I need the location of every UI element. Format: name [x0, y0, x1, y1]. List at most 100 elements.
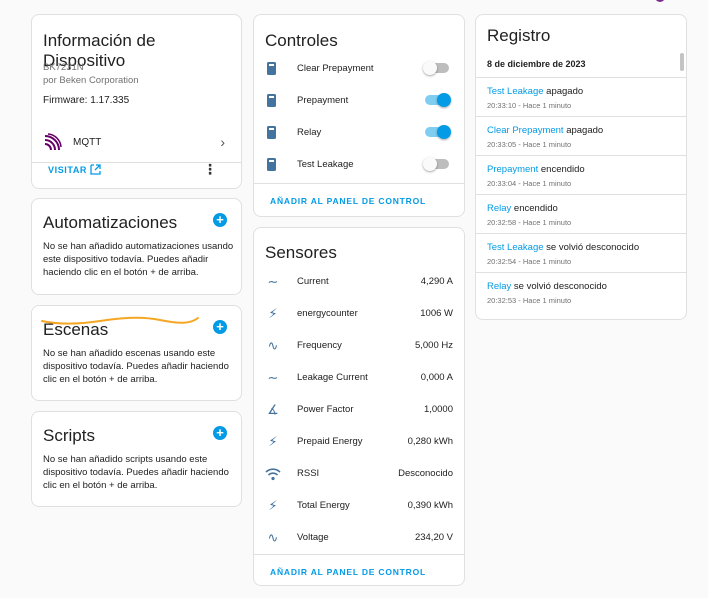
controls-card: Controles Clear Prepayment Prepayment Re… — [253, 14, 465, 217]
sensor-row[interactable]: ⚡ Prepaid Energy 0,280 kWh — [254, 427, 464, 457]
integration-row-mqtt[interactable]: MQTT › — [32, 125, 241, 163]
sensors-title: Sensores — [265, 243, 337, 262]
device-icon — [267, 62, 276, 75]
control-label[interactable]: Test Leakage — [297, 159, 354, 170]
more-options-icon[interactable]: ⋮ — [203, 161, 217, 178]
open-in-new-icon[interactable] — [90, 164, 101, 175]
log-text: Relay se volvió desconocido — [487, 281, 607, 292]
log-entry: Clear Prepayment apagado 20:33:05 - Hace… — [476, 116, 686, 155]
sensors-card: Sensores ∼ Current 4,290 A ⚡ energycount… — [253, 227, 465, 586]
log-entity-link[interactable]: Test Leakage — [487, 86, 544, 97]
angle-icon: ∡ — [267, 402, 279, 417]
sensor-value: 5,000 Hz — [414, 340, 453, 351]
log-text: Prepayment encendido — [487, 164, 585, 175]
log-entry: Test Leakage apagado 20:33:10 - Hace 1 m… — [476, 77, 686, 116]
sensor-row[interactable]: ∿ Voltage 234,20 V — [254, 523, 464, 553]
sensor-row[interactable]: ⚡ energycounter 1006 W — [254, 299, 464, 329]
control-toggle[interactable] — [425, 125, 451, 139]
scripts-title: Scripts — [43, 426, 95, 445]
sensor-row[interactable]: ∼ Leakage Current 0,000 A — [254, 363, 464, 393]
sine-wave-icon: ∿ — [267, 338, 279, 353]
sensor-value: 0,280 kWh — [407, 436, 453, 447]
scrollbar[interactable] — [680, 53, 684, 71]
log-text: Clear Prepayment apagado — [487, 125, 603, 136]
automations-card: Automatizaciones + No se han añadido aut… — [31, 198, 242, 295]
sensor-row[interactable]: ∼ Current 4,290 A — [254, 267, 464, 297]
add-scene-icon[interactable]: + — [213, 320, 227, 334]
log-text: Test Leakage apagado — [487, 86, 583, 97]
log-entry: Test Leakage se volvió desconocido 20:32… — [476, 233, 686, 272]
device-firmware: Firmware: 1.17.335 — [43, 95, 130, 106]
sensor-label: energycounter — [297, 308, 358, 319]
sensor-label: Prepaid Energy — [297, 436, 363, 447]
highlight-annotation — [41, 316, 199, 325]
corner-artifact — [655, 0, 665, 2]
flash-icon: ⚡ — [268, 498, 278, 513]
log-time: 20:32:53 - Hace 1 minuto — [487, 296, 572, 305]
control-label[interactable]: Clear Prepayment — [297, 63, 374, 74]
sensor-value: 234,20 V — [414, 532, 453, 543]
sensor-value: 1006 W — [420, 308, 453, 319]
add-script-icon[interactable]: + — [213, 426, 227, 440]
sensor-row[interactable]: ∡ Power Factor 1,0000 — [254, 395, 464, 425]
control-row: Clear Prepayment — [254, 55, 464, 83]
control-row: Relay — [254, 119, 464, 147]
add-to-dashboard-label: AÑADIR AL PANEL DE CONTROL — [270, 567, 427, 577]
log-time: 20:32:58 - Hace 1 minuto — [487, 218, 572, 227]
log-time: 20:32:54 - Hace 1 minuto — [487, 257, 572, 266]
log-time: 20:33:10 - Hace 1 minuto — [487, 101, 572, 110]
sensor-label: Frequency — [297, 340, 342, 351]
log-entity-link[interactable]: Test Leakage — [487, 242, 544, 253]
log-entry: Relay se volvió desconocido 20:32:53 - H… — [476, 272, 686, 311]
log-entry: Prepayment encendido 20:33:04 - Hace 1 m… — [476, 155, 686, 194]
scenes-description: No se han añadido escenas usando este di… — [43, 348, 229, 385]
log-entry: Relay encendido 20:32:58 - Hace 1 minuto — [476, 194, 686, 233]
sensor-value: 4,290 A — [420, 276, 453, 287]
flash-icon: ⚡ — [268, 434, 278, 449]
sensor-row[interactable]: RSSI Desconocido — [254, 459, 464, 489]
control-label[interactable]: Prepayment — [297, 95, 348, 106]
automations-description: No se han añadido automatizaciones usand… — [43, 241, 234, 278]
log-entity-link[interactable]: Relay — [487, 203, 511, 214]
log-time: 20:33:05 - Hace 1 minuto — [487, 140, 572, 149]
log-entity-link[interactable]: Relay — [487, 281, 511, 292]
sensor-label: Voltage — [297, 532, 329, 543]
controls-title: Controles — [265, 31, 338, 50]
log-state: apagado — [563, 125, 604, 136]
log-entity-link[interactable]: Prepayment — [487, 164, 538, 175]
sine-wave-icon: ∿ — [267, 530, 279, 545]
add-to-dashboard-button[interactable]: AÑADIR AL PANEL DE CONTROL — [254, 183, 464, 216]
device-icon — [267, 158, 276, 171]
log-entity-link[interactable]: Clear Prepayment — [487, 125, 564, 136]
add-to-dashboard-button[interactable]: AÑADIR AL PANEL DE CONTROL — [254, 554, 464, 585]
scripts-card: Scripts + No se han añadido scripts usan… — [31, 411, 242, 507]
scripts-description: No se han añadido scripts usando este di… — [43, 454, 229, 491]
sensor-value: 0,000 A — [420, 372, 453, 383]
control-row: Test Leakage — [254, 151, 464, 179]
add-automation-icon[interactable]: + — [213, 213, 227, 227]
sensor-row[interactable]: ⚡ Total Energy 0,390 kWh — [254, 491, 464, 521]
control-toggle[interactable] — [423, 61, 449, 75]
wifi-icon — [265, 468, 281, 481]
log-state: encendido — [538, 164, 585, 175]
log-time: 20:33:04 - Hace 1 minuto — [487, 179, 572, 188]
automations-title: Automatizaciones — [43, 213, 178, 232]
device-manufacturer: por Beken Corporation — [43, 75, 139, 86]
sensor-label: RSSI — [297, 468, 320, 479]
device-icon — [267, 126, 276, 139]
visit-link[interactable]: VISITAR — [48, 165, 87, 175]
mqtt-icon — [44, 133, 62, 151]
control-label[interactable]: Relay — [297, 127, 321, 138]
sensor-row[interactable]: ∿ Frequency 5,000 Hz — [254, 331, 464, 361]
current-ac-icon: ∼ — [267, 274, 279, 289]
log-state: apagado — [543, 86, 584, 97]
logbook-title: Registro — [487, 26, 551, 45]
sensor-label: Power Factor — [297, 404, 354, 415]
log-text: Test Leakage se volvió desconocido — [487, 242, 639, 253]
device-icon — [267, 94, 276, 107]
logbook-date: 8 de diciembre de 2023 — [487, 59, 586, 69]
control-toggle[interactable] — [423, 157, 449, 171]
add-to-dashboard-label: AÑADIR AL PANEL DE CONTROL — [270, 196, 427, 206]
device-info-card: Información de Dispositivo BK7231N por B… — [31, 14, 242, 189]
control-toggle[interactable] — [425, 93, 451, 107]
